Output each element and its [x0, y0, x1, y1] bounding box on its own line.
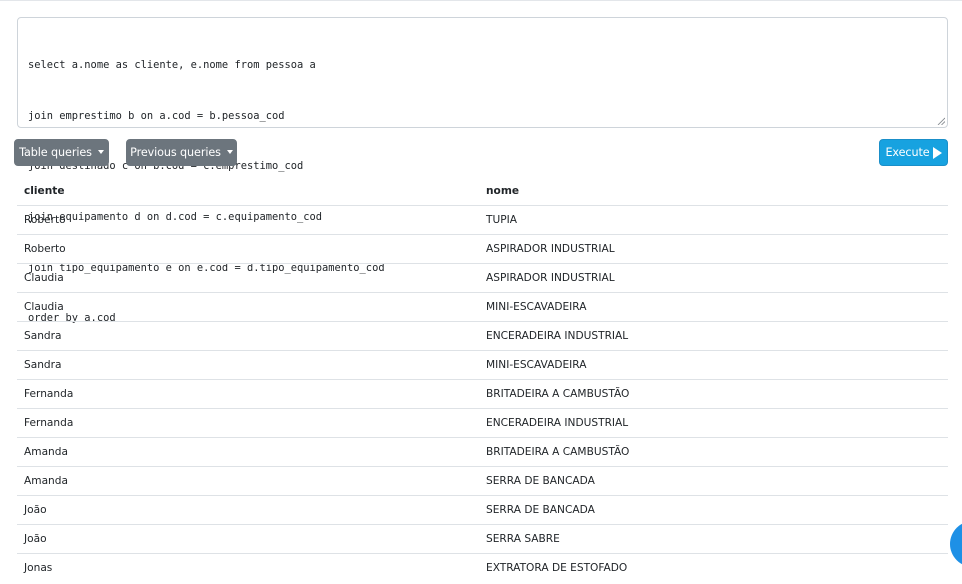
cell-cliente: Sandra — [17, 349, 479, 379]
table-row: Sandra ENCERADEIRA INDUSTRIAL — [17, 320, 948, 350]
table-row: Claudia MINI-ESCAVADEIRA — [17, 291, 948, 321]
cell-cliente: Amanda — [17, 465, 479, 495]
cell-cliente: Jonas — [17, 552, 479, 582]
cell-cliente: Fernanda — [17, 407, 479, 437]
cell-cliente: Fernanda — [17, 378, 479, 408]
execute-label: Execute — [885, 146, 930, 159]
previous-queries-label: Previous queries — [130, 146, 221, 159]
results-table: cliente nome Roberto TUPIA Roberto ASPIRADO… — [17, 177, 948, 582]
table-row: Fernanda ENCERADEIRA INDUSTRIAL — [17, 407, 948, 437]
table-row: Sandra MINI-ESCAVADEIRA — [17, 349, 948, 379]
caret-down-icon — [226, 149, 233, 154]
cell-nome: ASPIRADOR INDUSTRIAL — [479, 233, 948, 263]
table-row: Claudia ASPIRADOR INDUSTRIAL — [17, 262, 948, 292]
table-queries-label: Table queries — [19, 146, 92, 159]
column-header-cliente[interactable]: cliente — [17, 177, 479, 206]
previous-queries-dropdown-button[interactable]: Previous queries — [126, 139, 237, 166]
cell-nome: SERRA SABRE — [479, 523, 948, 553]
play-icon — [932, 146, 942, 159]
cell-nome: SERRA DE BANCADA — [479, 494, 948, 524]
query-line: select a.nome as cliente, e.nome from pe… — [28, 58, 316, 71]
cell-cliente: Claudia — [17, 262, 479, 292]
cell-cliente: João — [17, 494, 479, 524]
caret-down-icon — [97, 149, 104, 154]
cell-nome: ENCERADEIRA INDUSTRIAL — [479, 320, 948, 350]
query-line: join emprestimo b on a.cod = b.pessoa_co… — [28, 109, 285, 122]
table-row: Jonas EXTRATORA DE ESTOFADO — [17, 552, 948, 582]
cell-cliente: João — [17, 523, 479, 553]
column-header-nome[interactable]: nome — [479, 177, 948, 206]
table-row: Roberto TUPIA — [17, 204, 948, 234]
cell-cliente: Amanda — [17, 436, 479, 466]
cell-cliente: Roberto — [17, 233, 479, 263]
cell-nome: SERRA DE BANCADA — [479, 465, 948, 495]
table-row: Fernanda BRITADEIRA A CAMBUSTÃO — [17, 378, 948, 408]
cell-nome: MINI-ESCAVADEIRA — [479, 349, 948, 379]
cell-nome: EXTRATORA DE ESTOFADO — [479, 552, 948, 582]
execute-button[interactable]: Execute — [879, 139, 948, 166]
table-row: Amanda BRITADEIRA A CAMBUSTÃO — [17, 436, 948, 466]
results-body: Roberto TUPIA Roberto ASPIRADOR INDUSTRIAL C… — [17, 204, 948, 582]
cell-nome: BRITADEIRA A CAMBUSTÃO — [479, 378, 948, 408]
cell-nome: TUPIA — [479, 204, 948, 234]
resize-grip-icon[interactable] — [937, 117, 945, 125]
sql-query-editor[interactable]: select a.nome as cliente, e.nome from pe… — [17, 17, 948, 324]
table-row: Amanda SERRA DE BANCADA — [17, 465, 948, 495]
table-queries-dropdown-button[interactable]: Table queries — [14, 139, 109, 166]
table-row: João SERRA DE BANCADA — [17, 494, 948, 524]
table-header-row: cliente nome — [17, 177, 948, 206]
cell-nome: BRITADEIRA A CAMBUSTÃO — [479, 436, 948, 466]
table-row: João SERRA SABRE — [17, 523, 948, 553]
cell-nome: MINI-ESCAVADEIRA — [479, 291, 948, 321]
table-row: Roberto ASPIRADOR INDUSTRIAL — [17, 233, 948, 263]
cell-nome: ENCERADEIRA INDUSTRIAL — [479, 407, 948, 437]
cell-cliente: Claudia — [17, 291, 479, 321]
cell-nome: ASPIRADOR INDUSTRIAL — [479, 262, 948, 292]
cell-cliente: Roberto — [17, 204, 479, 234]
cell-cliente: Sandra — [17, 320, 479, 350]
